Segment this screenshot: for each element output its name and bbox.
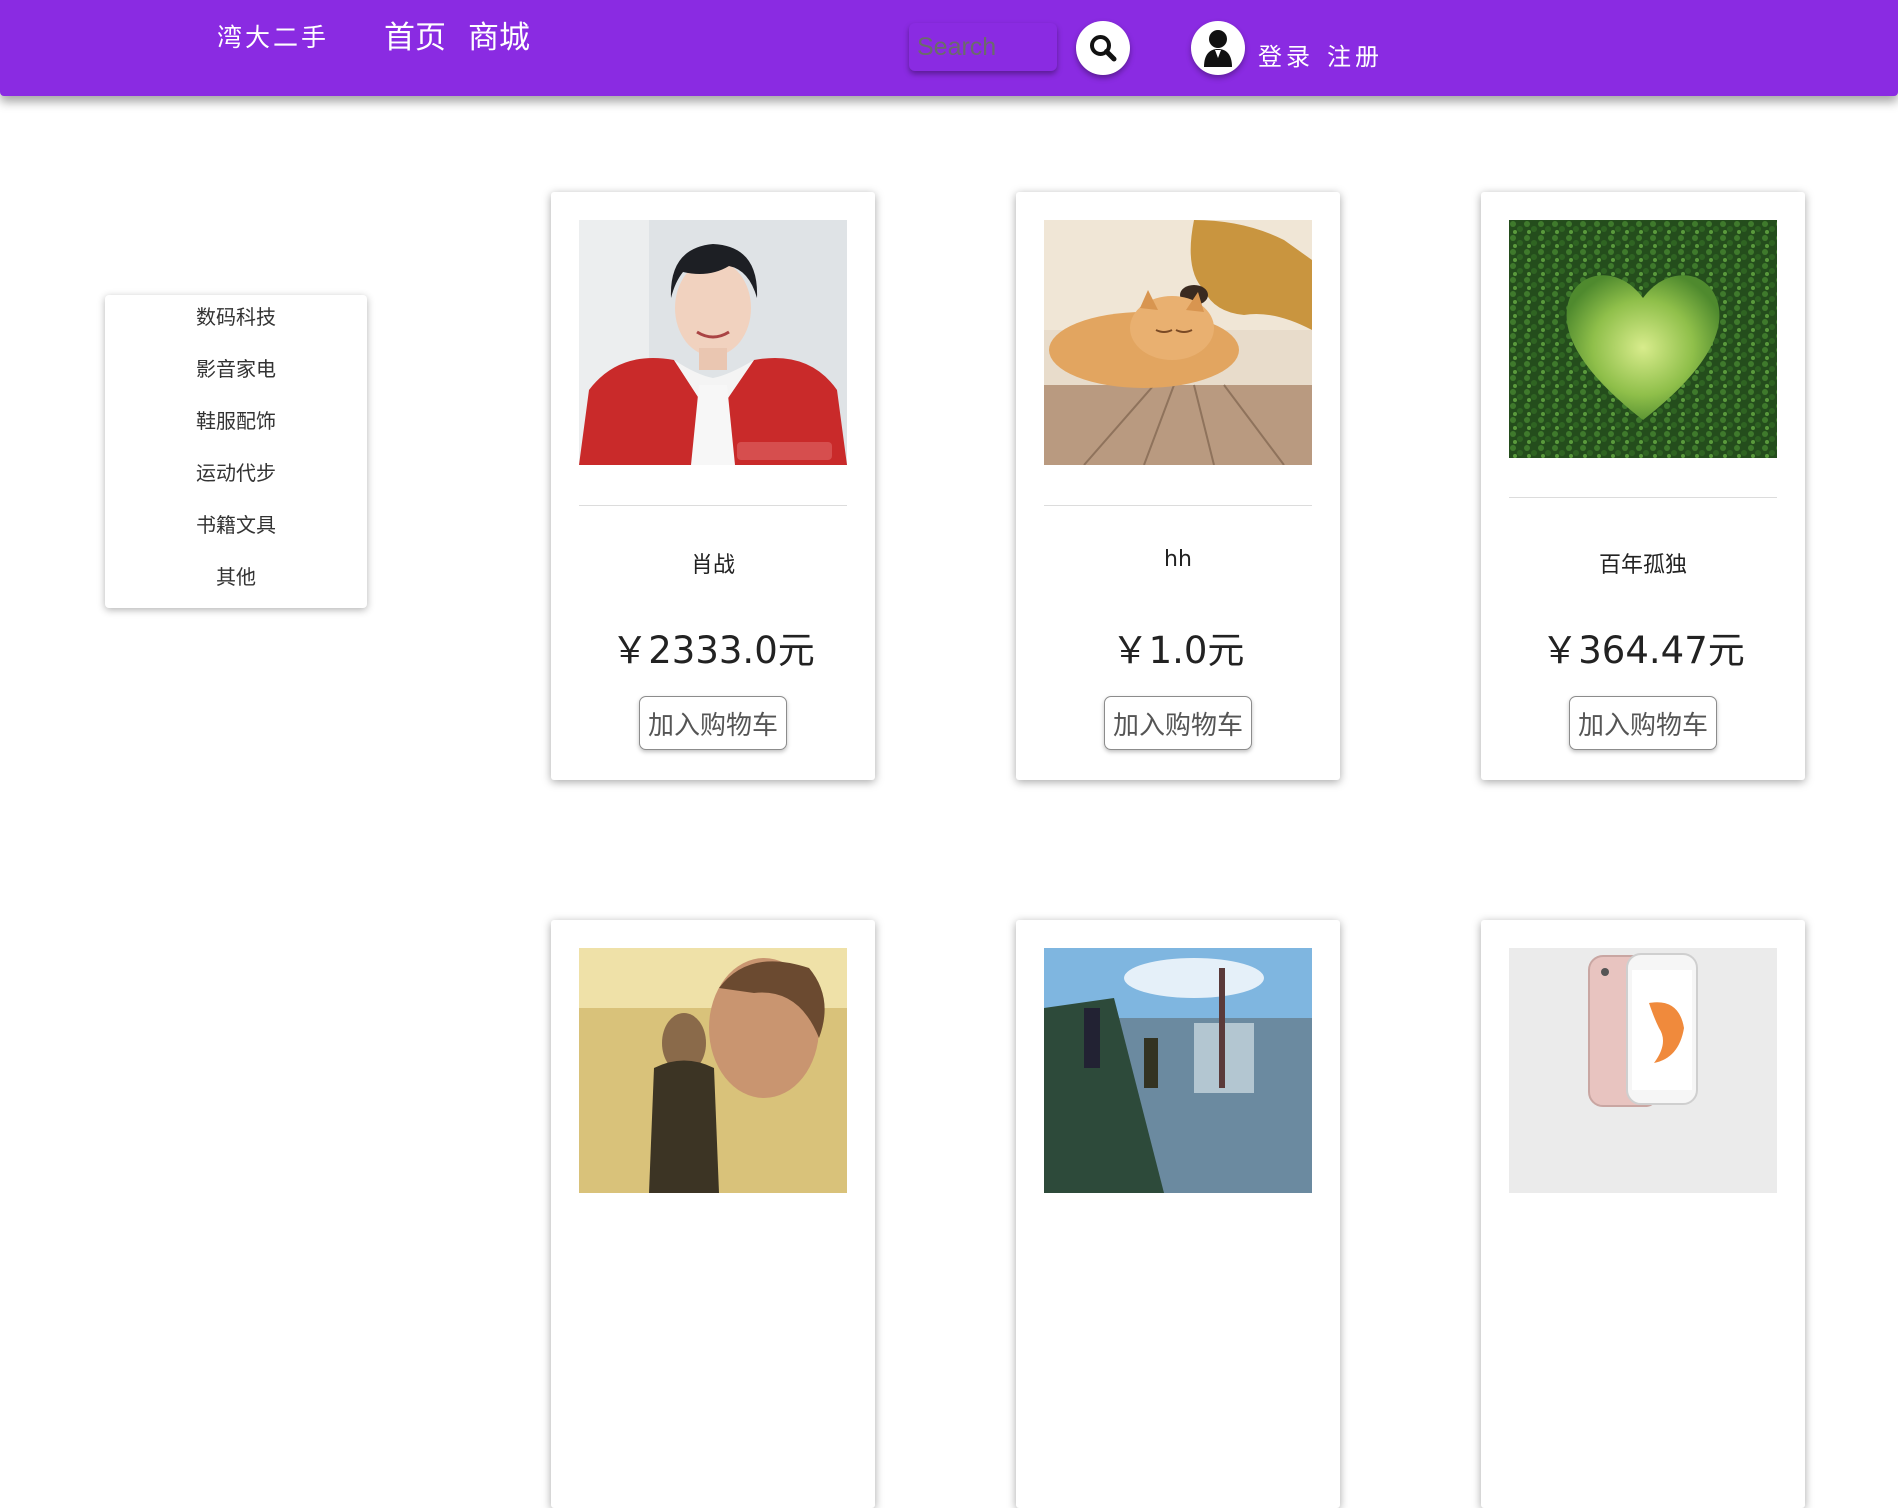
card-divider	[579, 505, 847, 506]
user-avatar[interactable]	[1191, 21, 1245, 75]
category-sidebar: 数码科技 影音家电 鞋服配饰 运动代步 书籍文具 其他	[105, 295, 367, 608]
category-appliances[interactable]: 影音家电	[105, 359, 367, 413]
card-divider	[1509, 497, 1777, 498]
card-divider	[1044, 505, 1312, 506]
product-card: 百年孤独 ￥364.47元 加入购物车	[1481, 192, 1805, 780]
category-books[interactable]: 书籍文具	[105, 515, 367, 569]
navbar: 湾大二手 首页 商城 登录 注册	[0, 0, 1898, 96]
product-card	[551, 920, 875, 1508]
register-link[interactable]: 注册	[1327, 37, 1383, 72]
product-price: ￥2333.0元	[611, 629, 815, 672]
nav-mall-link[interactable]: 商城	[468, 12, 530, 57]
product-image-dog-cat[interactable]	[1044, 220, 1312, 465]
add-to-cart-button[interactable]: 加入购物车	[1569, 696, 1717, 750]
add-to-cart-button[interactable]: 加入购物车	[1104, 696, 1252, 750]
login-link[interactable]: 登录	[1258, 37, 1314, 72]
add-to-cart-button[interactable]: 加入购物车	[639, 696, 787, 750]
product-price: ￥1.0元	[1111, 629, 1245, 672]
nav-home-link[interactable]: 首页	[384, 12, 446, 57]
search-button[interactable]	[1076, 21, 1130, 75]
product-card: hh ￥1.0元 加入购物车	[1016, 192, 1340, 780]
site-brand[interactable]: 湾大二手	[217, 18, 329, 54]
product-image-portrait[interactable]	[579, 220, 847, 465]
product-image-heart-hedge[interactable]	[1509, 220, 1777, 458]
category-apparel[interactable]: 鞋服配饰	[105, 411, 367, 465]
product-name: 百年孤独	[1598, 553, 1687, 578]
search-input[interactable]	[909, 23, 1057, 71]
product-name: hh	[1164, 547, 1192, 572]
product-card	[1016, 920, 1340, 1508]
search-icon	[1090, 35, 1117, 62]
product-card	[1481, 920, 1805, 1508]
category-other[interactable]: 其他	[105, 567, 367, 621]
product-price: ￥364.47元	[1541, 629, 1745, 672]
product-name: 肖战	[690, 553, 735, 578]
category-digital[interactable]: 数码科技	[105, 307, 367, 361]
category-sports[interactable]: 运动代步	[105, 463, 367, 517]
user-icon	[1204, 30, 1232, 67]
product-card: 肖战 ￥2333.0元 加入购物车	[551, 192, 875, 780]
